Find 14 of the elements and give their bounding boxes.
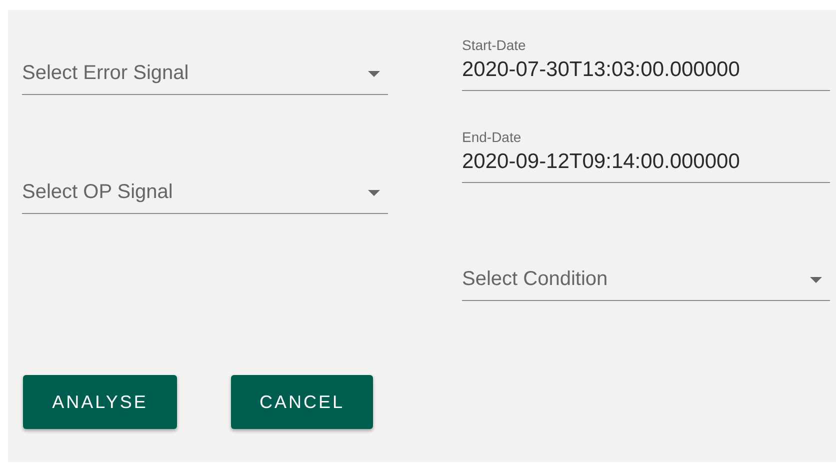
- date-field[interactable]: End-Date 2020-09-12T09:14:00.000000: [462, 128, 830, 183]
- field-label: Start-Date: [462, 36, 527, 54]
- condition-select[interactable]: Select Condition: [462, 263, 830, 301]
- signal-select[interactable]: Select OP Signal: [22, 176, 388, 214]
- field-value: 2020-09-12T09:14:00.000000: [462, 149, 741, 175]
- signal-select[interactable]: Select Error Signal: [22, 57, 388, 95]
- field-label: End-Date: [462, 128, 522, 146]
- date-field[interactable]: Start-Date 2020-07-30T13:03:00.000000: [462, 36, 830, 91]
- caret-icon: [368, 190, 380, 196]
- field-value: 2020-07-30T13:03:00.000000: [462, 57, 741, 83]
- action-button[interactable]: ANALYSE: [23, 375, 177, 429]
- action-button[interactable]: CANCEL: [231, 375, 373, 429]
- caret-icon: [810, 276, 822, 282]
- caret-icon: [368, 70, 380, 76]
